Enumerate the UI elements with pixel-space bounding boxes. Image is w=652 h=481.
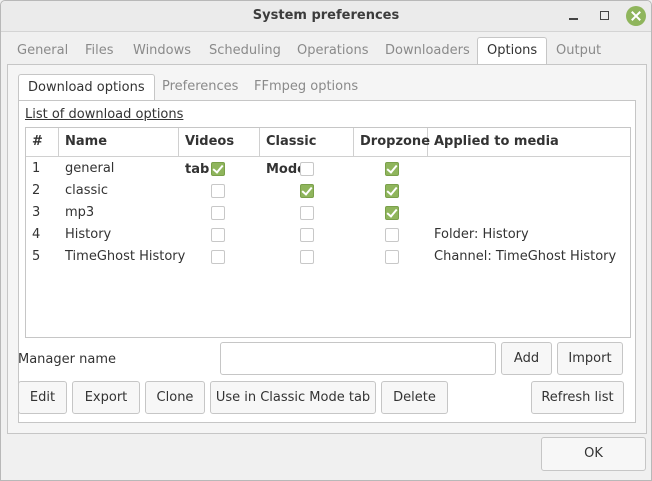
row-name: classic <box>65 183 109 198</box>
classic-mode-checkbox[interactable] <box>300 250 314 264</box>
dropzone-checkbox[interactable] <box>385 250 399 264</box>
row-name: History <box>65 227 112 242</box>
classic-mode-checkbox[interactable] <box>300 184 314 198</box>
tab-downloaders[interactable]: Downloaders <box>385 38 470 64</box>
classic-mode-checkbox[interactable] <box>300 206 314 220</box>
list-label: List of download options <box>25 107 184 122</box>
window-title: System preferences <box>252 8 400 23</box>
dropzone-checkbox[interactable] <box>385 162 399 176</box>
title-bar[interactable]: System preferences <box>1 1 651 32</box>
col-classic-mode[interactable]: Classic Mode <box>260 128 354 177</box>
table-row[interactable]: 3 mp3 <box>26 202 630 224</box>
subtab-preferences[interactable]: Preferences <box>162 74 238 100</box>
tab-output[interactable]: Output <box>556 38 601 64</box>
tab-scheduling[interactable]: Scheduling <box>209 38 281 64</box>
table-row[interactable]: 2 classic <box>26 180 630 202</box>
import-button[interactable]: Import <box>557 342 623 375</box>
row-number: 1 <box>32 161 41 176</box>
options-panel: Download options Preferences FFmpeg opti… <box>7 64 647 434</box>
clone-button[interactable]: Clone <box>145 381 205 414</box>
row-number: 3 <box>32 205 41 220</box>
col-applied-to-media[interactable]: Applied to media <box>428 128 630 156</box>
videos-tab-checkbox[interactable] <box>211 250 225 264</box>
dropzone-checkbox[interactable] <box>385 184 399 198</box>
preferences-window: System preferences General Files Windows… <box>0 0 652 481</box>
subtab-ffmpeg-options[interactable]: FFmpeg options <box>254 74 358 100</box>
dropzone-checkbox[interactable] <box>385 228 399 242</box>
classic-mode-checkbox[interactable] <box>300 228 314 242</box>
manager-name-input[interactable] <box>220 342 496 375</box>
add-button[interactable]: Add <box>501 342 552 375</box>
row-number: 5 <box>32 249 41 264</box>
close-icon[interactable] <box>626 6 646 26</box>
col-name[interactable]: Name <box>59 128 179 156</box>
manager-name-label: Manager name <box>18 352 116 367</box>
col-number[interactable]: # <box>26 128 59 156</box>
refresh-list-button[interactable]: Refresh list <box>531 381 624 414</box>
col-videos-tab[interactable]: Videos tab <box>179 128 260 177</box>
table-row[interactable]: 5 TimeGhost History Channel: TimeGhost His… <box>26 246 630 268</box>
row-applied-to-media: Folder: History <box>434 227 529 242</box>
row-applied-to-media <box>428 158 630 180</box>
minimize-icon[interactable] <box>563 5 585 27</box>
row-number: 4 <box>32 227 41 242</box>
videos-tab-checkbox[interactable] <box>211 184 225 198</box>
download-options-panel: List of download options # Name Videos t… <box>18 100 636 423</box>
row-applied-to-media <box>428 180 630 202</box>
row-number: 2 <box>32 183 41 198</box>
row-name: TimeGhost History <box>65 249 186 264</box>
edit-button[interactable]: Edit <box>18 381 67 414</box>
maximize-icon[interactable] <box>594 5 616 27</box>
table-row[interactable]: 4 History Folder: History <box>26 224 630 246</box>
videos-tab-checkbox[interactable] <box>211 206 225 220</box>
tab-windows[interactable]: Windows <box>133 38 191 64</box>
row-applied-to-media <box>428 202 630 224</box>
ok-button[interactable]: OK <box>541 437 646 471</box>
table-header: # Name Videos tab Classic Mode Dropzone … <box>26 128 630 177</box>
tab-files[interactable]: Files <box>85 38 114 64</box>
row-name: mp3 <box>65 205 95 220</box>
dropzone-checkbox[interactable] <box>385 206 399 220</box>
videos-tab-checkbox[interactable] <box>211 228 225 242</box>
export-button[interactable]: Export <box>72 381 140 414</box>
download-options-table[interactable]: # Name Videos tab Classic Mode Dropzone … <box>25 127 631 338</box>
classic-mode-checkbox[interactable] <box>300 162 314 176</box>
table-row[interactable]: 1 general <box>26 158 630 180</box>
row-applied-to-media: Channel: TimeGhost History <box>434 249 617 264</box>
tab-operations[interactable]: Operations <box>297 38 368 64</box>
tab-general[interactable]: General <box>17 38 68 64</box>
tab-options[interactable]: Options <box>477 37 548 65</box>
row-name: general <box>65 161 115 176</box>
col-dropzone[interactable]: Dropzone <box>354 128 430 156</box>
use-in-classic-mode-button[interactable]: Use in Classic Mode tab <box>210 381 376 414</box>
videos-tab-checkbox[interactable] <box>211 162 225 176</box>
subtab-download-options[interactable]: Download options <box>18 74 155 102</box>
delete-button[interactable]: Delete <box>381 381 448 414</box>
